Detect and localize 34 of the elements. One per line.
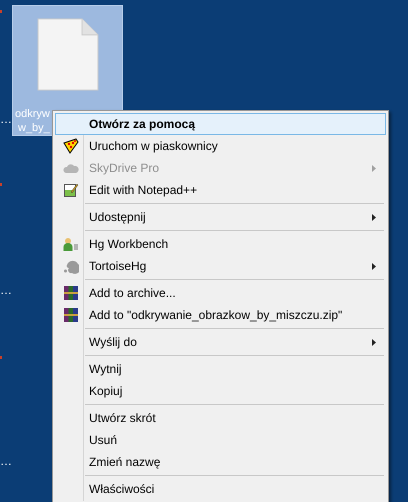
desktop-icon-edge[interactable] xyxy=(0,10,2,13)
menu-item[interactable]: Usuń xyxy=(55,429,386,451)
menu-item[interactable]: Otwórz za pomocą xyxy=(55,113,386,135)
menu-item[interactable]: Wytnij xyxy=(55,358,386,380)
menu-item[interactable]: Właściwości xyxy=(55,478,386,500)
submenu-arrow-icon xyxy=(372,338,376,346)
menu-item[interactable]: Add to archive... xyxy=(55,282,386,304)
file-name-label: odkryw xyxy=(14,107,50,121)
truncated-icon-label: … xyxy=(0,455,12,467)
menu-item[interactable]: Utwórz skrót xyxy=(55,407,386,429)
submenu-arrow-icon xyxy=(372,214,376,220)
desktop-icon-edge[interactable] xyxy=(0,356,2,359)
menu-item[interactable]: Edit with Notepad++ xyxy=(55,179,386,201)
menu-item[interactable]: Uruchom w piaskownicy xyxy=(55,135,386,157)
archive-books-icon xyxy=(62,285,78,301)
submenu-arrow-icon xyxy=(372,164,376,172)
menu-item[interactable]: Zmień nazwę xyxy=(55,451,386,473)
archive-books-icon xyxy=(62,307,78,323)
truncated-icon-label: … xyxy=(0,284,12,296)
submenu-arrow-icon xyxy=(372,262,376,270)
menu-item[interactable]: Add to "odkrywanie_obrazkow_by_miszczu.zip" xyxy=(55,304,386,326)
file-name-label: w_by_ xyxy=(17,121,50,135)
menu-item[interactable]: Wyślij do xyxy=(55,331,386,353)
tortoise-icon xyxy=(62,258,78,274)
notepad-icon xyxy=(62,182,78,198)
menu-item[interactable]: TortoiseHg xyxy=(55,255,386,277)
menu-item[interactable]: Hg Workbench xyxy=(55,233,386,255)
menu-item[interactable]: Kopiuj xyxy=(55,380,386,402)
user-list-icon xyxy=(62,236,78,252)
menu-item[interactable]: Udostępnij xyxy=(55,206,386,228)
document-icon xyxy=(35,18,101,91)
pizza-slice-icon xyxy=(62,138,78,154)
desktop-icon-edge[interactable] xyxy=(0,183,2,186)
truncated-icon-label: … xyxy=(0,113,12,125)
